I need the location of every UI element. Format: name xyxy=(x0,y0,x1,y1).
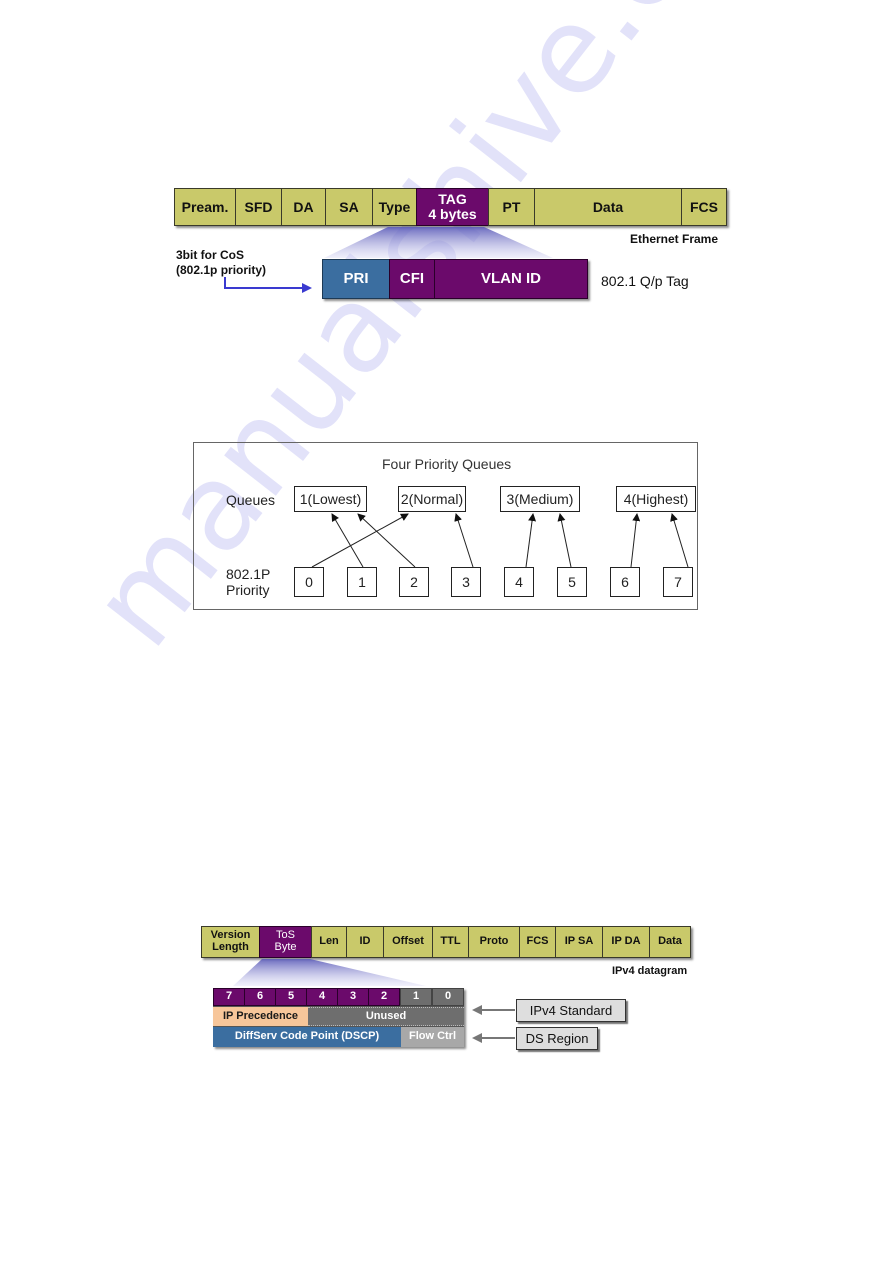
arrowhead-ipv4-standard xyxy=(472,1005,482,1015)
tag-field-cfi: CFI xyxy=(389,259,435,299)
tag-field-pri: PRI xyxy=(322,259,390,299)
callout-arrows xyxy=(472,1005,515,1043)
arrow-p7-to-q4 xyxy=(670,513,689,568)
arrow-p2-to-q1 xyxy=(357,513,416,568)
priority-queues-diagram: Four Priority Queues Queues 802.1P Prior… xyxy=(193,442,698,610)
callout-ds-region: DS Region xyxy=(516,1027,598,1050)
arrow-p0-to-q2 xyxy=(311,513,409,568)
tag-caption: 802.1 Q/p Tag xyxy=(601,273,689,289)
arrow-p6-to-q4 xyxy=(630,513,641,568)
vlan-tag-bar: PRI CFI VLAN ID xyxy=(322,259,588,299)
ipv4-datagram-diagram: Version Length ToS Byte Len ID Offset TT… xyxy=(0,900,893,1080)
tag-field-vlan-id: VLAN ID xyxy=(434,259,588,299)
ethernet-frame-diagram: Pream. SFD DA SA Type TAG 4 bytes PT Dat… xyxy=(0,0,893,320)
arrow-p3-to-q2 xyxy=(454,513,474,568)
mapping-arrows xyxy=(311,513,689,568)
callout-ipv4-standard: IPv4 Standard xyxy=(516,999,626,1022)
arrow-p5-to-q3 xyxy=(557,513,572,568)
arrow-p4-to-q3 xyxy=(525,513,537,568)
arrow-p1-to-q1 xyxy=(331,513,364,568)
arrowhead-ds-region xyxy=(472,1033,482,1043)
